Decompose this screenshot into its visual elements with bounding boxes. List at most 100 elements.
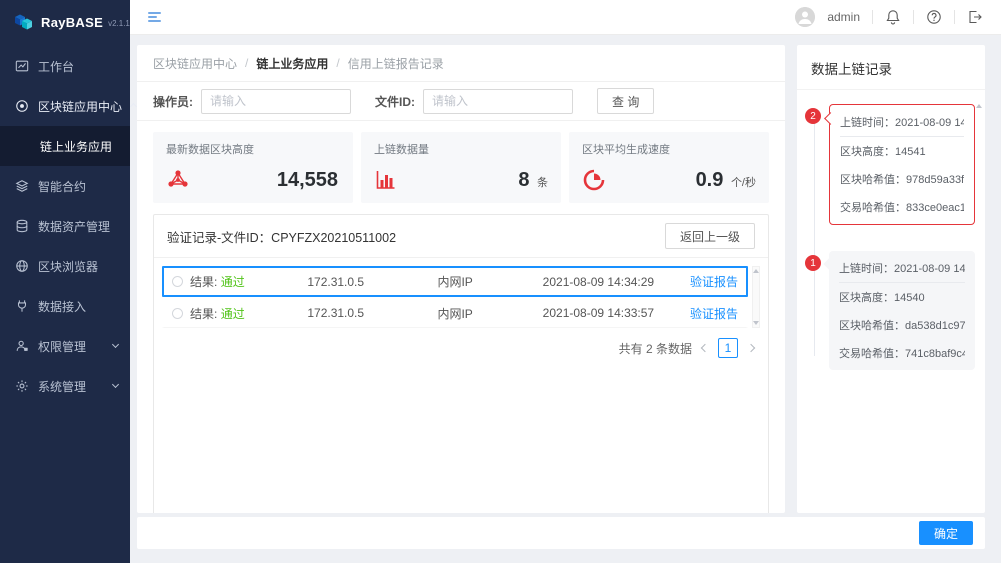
sidebar-item-block-explorer[interactable]: 区块浏览器: [0, 246, 130, 286]
sidebar-item-data-access[interactable]: 数据接入: [0, 286, 130, 326]
confirm-button[interactable]: 确定: [919, 521, 973, 545]
verify-report-link[interactable]: 验证报告: [682, 273, 746, 290]
table-row[interactable]: 结果: 通过 172.31.0.5 内网IP 2021-08-09 14:34:…: [162, 266, 748, 297]
sidebar-collapse-icon[interactable]: [148, 12, 161, 22]
row-radio[interactable]: [172, 276, 183, 287]
app-logo: RayBASE v2.1.1: [0, 0, 130, 46]
back-button[interactable]: 返回上一级: [665, 223, 755, 249]
time-cell: 2021-08-09 14:34:29: [515, 275, 682, 289]
topbar: admin: [130, 0, 1001, 35]
settings-icon: [15, 379, 29, 393]
help-icon[interactable]: [926, 9, 942, 25]
sidebar-item-smart-contract[interactable]: 智能合约: [0, 166, 130, 206]
sidebar-item-label: 系统管理: [38, 378, 86, 395]
filter-bar: 操作员: 文件ID: 查 询: [137, 82, 785, 121]
scroll-down-icon[interactable]: [753, 321, 759, 325]
scroll-up-icon[interactable]: [753, 269, 759, 273]
divider: [913, 10, 914, 24]
speed-icon: [582, 168, 606, 192]
network-icon: [166, 168, 190, 192]
ip-cell: 172.31.0.5: [276, 306, 395, 320]
row-radio[interactable]: [172, 308, 183, 319]
chain-records-panel: 数据上链记录 2 上链时间：2021-08-09 14:34:29 区块高度：1…: [797, 45, 985, 513]
sidebar-item-onchain-business[interactable]: 链上业务应用: [0, 126, 130, 166]
record-field: 上链时间：2021-08-09 14:33:57: [839, 254, 965, 283]
ip-cell: 172.31.0.5: [276, 275, 395, 289]
sidebar-item-system[interactable]: 系统管理: [0, 366, 130, 406]
file-id-input[interactable]: [423, 89, 573, 114]
sidebar-item-label: 数据接入: [38, 298, 86, 315]
record-field: 区块高度：14540: [839, 283, 965, 311]
bar-chart-icon: [374, 168, 398, 192]
breadcrumb-separator: /: [336, 56, 339, 70]
data-access-icon: [15, 299, 29, 313]
stat-value: 14,558: [277, 169, 340, 192]
time-cell: 2021-08-09 14:33:57: [515, 306, 682, 320]
sidebar-item-label: 权限管理: [38, 338, 86, 355]
sidebar: RayBASE v2.1.1 工作台 区块链应用中心 链上: [0, 0, 130, 563]
app-version: v2.1.1: [108, 19, 130, 28]
username[interactable]: admin: [827, 10, 860, 24]
stat-label: 最新数据区块高度: [166, 141, 340, 157]
divider: [872, 10, 873, 24]
panel-scroll-up-icon[interactable]: [976, 104, 982, 108]
pagination-total: 共有 2 条数据: [619, 340, 692, 357]
avatar[interactable]: [795, 7, 815, 27]
chain-records-title: 数据上链记录: [797, 45, 985, 90]
sidebar-item-data-asset[interactable]: 数据资产管理: [0, 206, 130, 246]
sidebar-item-label: 智能合约: [38, 178, 86, 195]
breadcrumb-item: 信用上链报告记录: [348, 55, 444, 72]
app-root: RayBASE v2.1.1 工作台 区块链应用中心 链上: [0, 0, 1001, 563]
sidebar-item-label: 数据资产管理: [38, 218, 110, 235]
verification-table: 验证记录-文件ID：CPYFZX20210511002 返回上一级 结果: 通过…: [153, 214, 769, 513]
logo-cubes-icon: [12, 12, 36, 32]
permission-icon: [15, 339, 29, 353]
record-field: 区块哈希值：978d59a33f580b5f26...: [840, 165, 964, 193]
stat-card-block-speed: 区块平均生成速度 0.9 个/秒: [569, 132, 769, 203]
chain-record[interactable]: 2 上链时间：2021-08-09 14:34:29 区块高度：14541 区块…: [829, 104, 975, 225]
logout-icon[interactable]: [967, 9, 983, 25]
page-number[interactable]: 1: [718, 338, 738, 358]
verification-rows: 结果: 通过 172.31.0.5 内网IP 2021-08-09 14:34:…: [162, 266, 760, 328]
record-field: 区块高度：14541: [840, 137, 964, 165]
sidebar-item-workbench[interactable]: 工作台: [0, 46, 130, 86]
breadcrumb: 区块链应用中心 / 链上业务应用 / 信用上链报告记录: [137, 45, 785, 82]
bell-icon[interactable]: [885, 9, 901, 25]
pagination: 共有 2 条数据 1: [154, 328, 768, 368]
stat-label: 区块平均生成速度: [582, 141, 756, 157]
footer-bar: 确定: [137, 517, 985, 549]
record-index-badge: 2: [805, 108, 821, 124]
table-scrollbar[interactable]: [752, 266, 760, 328]
result-cell: 结果: 通过: [190, 273, 276, 290]
chevron-down-icon: [112, 341, 119, 348]
network-cell: 内网IP: [395, 273, 514, 290]
database-icon: [15, 219, 29, 233]
chain-records-timeline: 2 上链时间：2021-08-09 14:34:29 区块高度：14541 区块…: [797, 90, 985, 513]
record-index-badge: 1: [805, 255, 821, 271]
verify-report-link[interactable]: 验证报告: [682, 305, 746, 322]
prev-page-icon[interactable]: [701, 344, 709, 352]
search-button[interactable]: 查 询: [597, 88, 654, 114]
explorer-icon: [15, 259, 29, 273]
sidebar-item-label: 链上业务应用: [40, 138, 112, 155]
network-cell: 内网IP: [395, 305, 514, 322]
breadcrumb-item[interactable]: 链上业务应用: [256, 55, 328, 72]
divider: [954, 10, 955, 24]
chevron-down-icon: [112, 381, 119, 388]
stat-cards: 最新数据区块高度 14,558 上链数据量: [153, 132, 769, 203]
result-cell: 结果: 通过: [190, 305, 276, 322]
next-page-icon[interactable]: [747, 344, 755, 352]
record-field: 上链时间：2021-08-09 14:34:29: [840, 108, 964, 137]
table-row[interactable]: 结果: 通过 172.31.0.5 内网IP 2021-08-09 14:33:…: [162, 297, 748, 328]
stat-card-block-height: 最新数据区块高度 14,558: [153, 132, 353, 203]
contract-icon: [15, 179, 29, 193]
sidebar-item-blockchain-center[interactable]: 区块链应用中心: [0, 86, 130, 126]
operator-label: 操作员:: [153, 93, 193, 110]
breadcrumb-item[interactable]: 区块链应用中心: [153, 55, 237, 72]
sidebar-item-permission[interactable]: 权限管理: [0, 326, 130, 366]
operator-input[interactable]: [201, 89, 351, 114]
stat-value: 0.9 个/秒: [696, 169, 756, 192]
stat-card-data-volume: 上链数据量 8 条: [361, 132, 561, 203]
chain-record[interactable]: 1 上链时间：2021-08-09 14:33:57 区块高度：14540 区块…: [829, 251, 975, 370]
file-id-label: 文件ID:: [375, 93, 415, 110]
